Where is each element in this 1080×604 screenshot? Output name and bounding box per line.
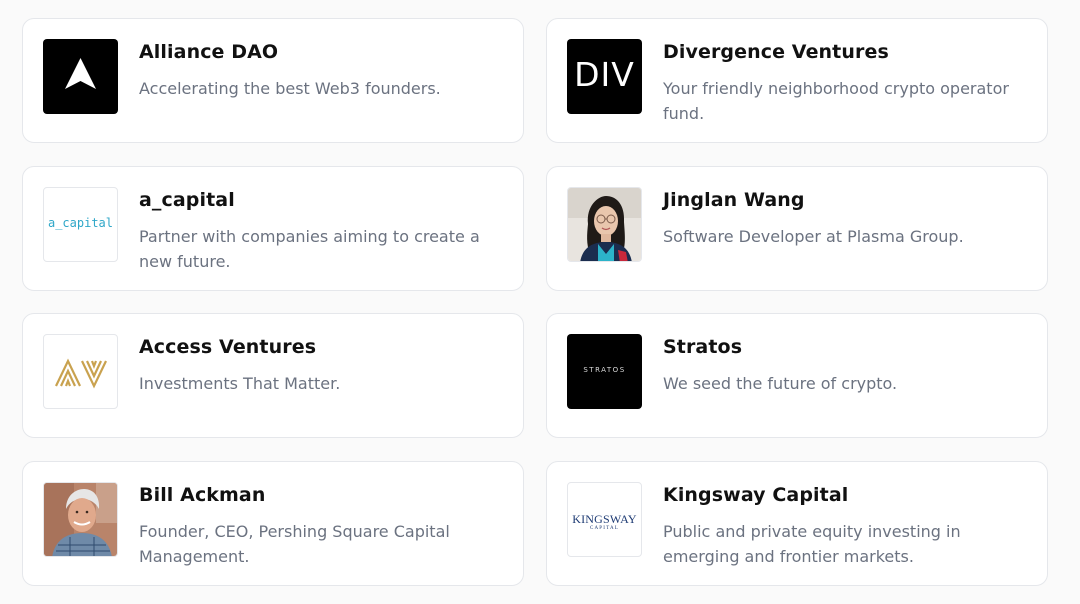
avatar-photo [567,187,642,262]
card-description: Investments That Matter. [139,374,341,393]
investor-card-jinglan-wang[interactable]: Jinglan Wang Software Developer at Plasm… [546,166,1048,291]
stratos-logo-text: STRATOS [583,366,626,374]
investor-card-kingsway-capital[interactable]: KINGSWAY CAPITAL Kingsway Capital Public… [546,461,1048,586]
divergence-logo-text: DIV [574,55,635,94]
card-title: Alliance DAO [139,41,279,63]
card-title: Jinglan Wang [663,189,805,211]
card-title: a_capital [139,189,235,211]
stratos-logo: STRATOS [567,334,642,409]
card-description: We seed the future of crypto. [663,374,898,393]
a-capital-logo-text: a_capital [47,216,114,230]
investor-grid: Alliance DAO Accelerating the best Web3 … [0,0,1080,604]
divergence-ventures-logo: DIV [567,39,642,114]
kingsway-logo-subtext: CAPITAL [589,526,620,531]
card-description: Partner with companies aiming to create … [139,227,480,271]
card-title: Divergence Ventures [663,41,889,63]
investor-card-stratos[interactable]: STRATOS Stratos We seed the future of cr… [546,313,1048,438]
a-capital-logo: a_capital [43,187,118,262]
card-description: Founder, CEO, Pershing Square Capital Ma… [139,522,450,566]
card-title: Kingsway Capital [663,484,849,506]
card-description: Software Developer at Plasma Group. [663,227,964,246]
investor-card-alliance-dao[interactable]: Alliance DAO Accelerating the best Web3 … [22,18,524,143]
kingsway-capital-logo: KINGSWAY CAPITAL [567,482,642,557]
investor-card-divergence-ventures[interactable]: DIV Divergence Ventures Your friendly ne… [546,18,1048,143]
access-ventures-logo [43,334,118,409]
investor-card-bill-ackman[interactable]: Bill Ackman Founder, CEO, Pershing Squar… [22,461,524,586]
alliance-dao-logo [43,39,118,114]
card-title: Stratos [663,336,743,358]
investor-card-access-ventures[interactable]: Access Ventures Investments That Matter. [22,313,524,438]
avatar-photo [43,482,118,557]
card-title: Bill Ackman [139,484,266,506]
card-title: Access Ventures [139,336,317,358]
investor-card-a-capital[interactable]: a_capital a_capital Partner with compani… [22,166,524,291]
card-description: Public and private equity investing in e… [663,522,961,566]
card-description: Your friendly neighborhood crypto operat… [663,79,1009,123]
card-description: Accelerating the best Web3 founders. [139,79,441,98]
kingsway-logo-text: KINGSWAY [572,512,637,526]
